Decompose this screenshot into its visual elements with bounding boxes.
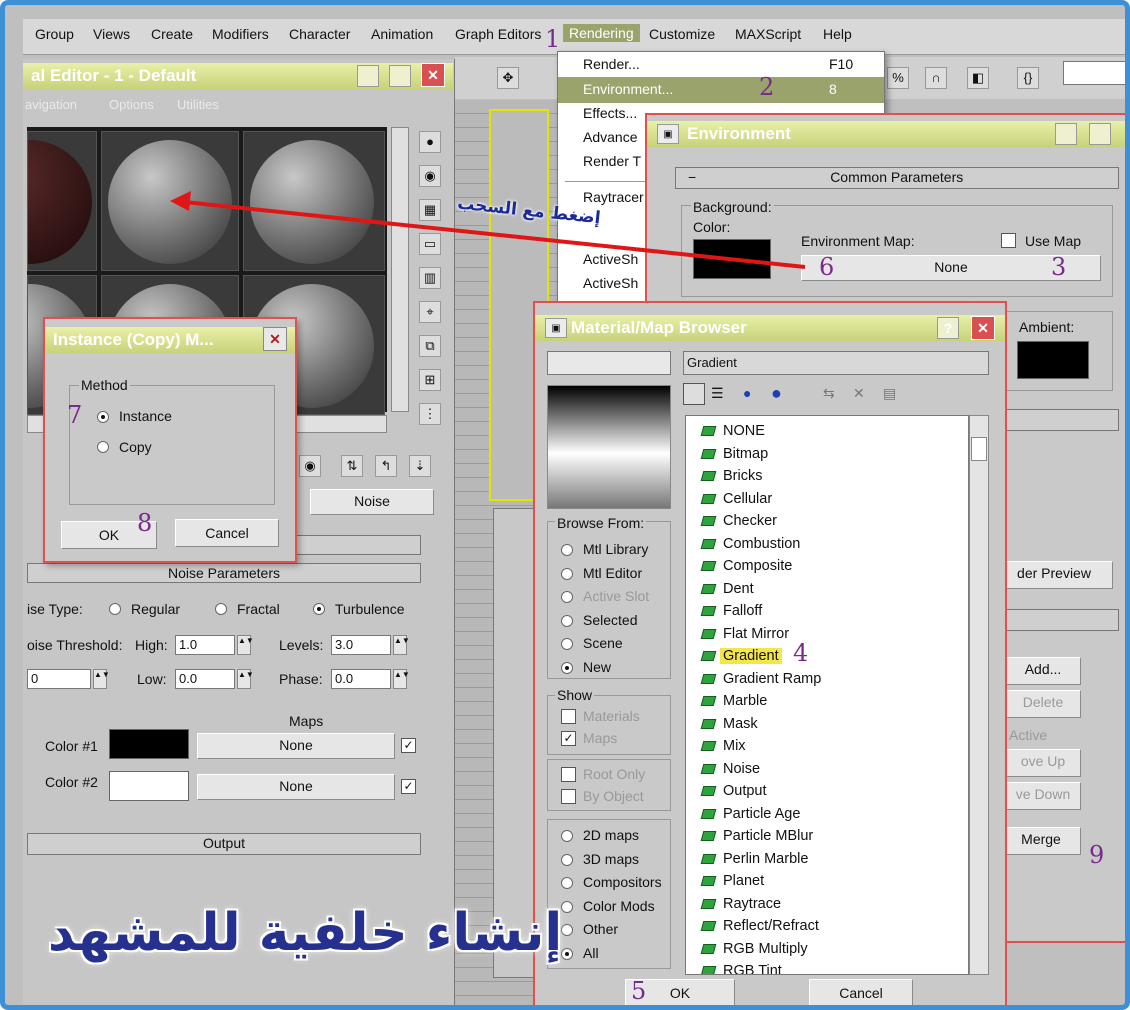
- footer-title: إنشاء خلفية للمشهد: [47, 903, 563, 963]
- screenshot-frame: Group Views Create Modifiers Character Animat…: [0, 0, 1130, 1010]
- step-number: 8: [137, 509, 153, 537]
- step-number: 7: [67, 401, 83, 429]
- step-number: 6: [819, 253, 835, 281]
- step-number: 2: [759, 73, 775, 101]
- step-number: 4: [793, 639, 809, 667]
- step-number: 1: [545, 25, 561, 53]
- step-number: 9: [1089, 841, 1105, 869]
- step-number: 3: [1051, 253, 1067, 281]
- step-number: 5: [631, 977, 647, 1005]
- drag-arrow: [170, 191, 806, 269]
